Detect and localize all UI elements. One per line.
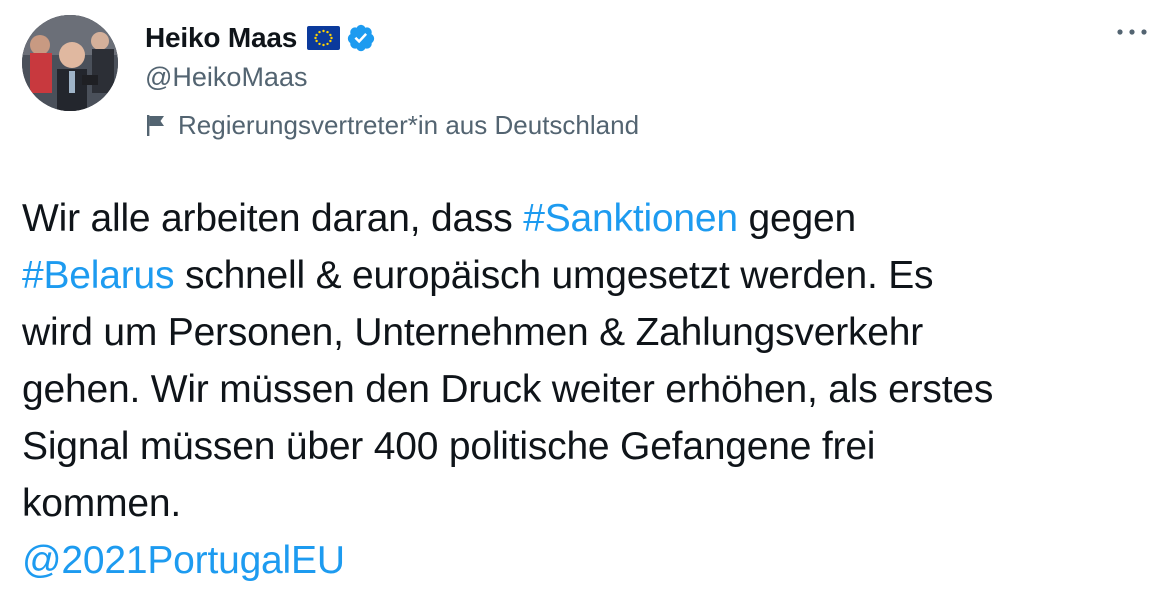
- hashtag-link[interactable]: #Sanktionen: [523, 197, 738, 240]
- tweet-text-segment: Wir alle arbeiten daran, dass: [22, 197, 524, 240]
- tweet-line-6: kommen.: [22, 482, 181, 525]
- avatar-photo: [22, 15, 118, 111]
- author-name-row: Heiko Maas: [145, 20, 376, 56]
- account-label-text: Regierungsvertreter*in aus Deutschland: [178, 109, 640, 140]
- tweet-line-1: Wir alle arbeiten daran, dass #Sanktione…: [22, 190, 1152, 247]
- tweet-line-5: Signal müssen über 400 politische Gefang…: [22, 425, 876, 468]
- hashtag-link[interactable]: #Belarus: [22, 254, 175, 297]
- tweet-line-3: wird um Personen, Unternehmen & Zahlungs…: [22, 311, 924, 354]
- tweet-card: Heiko Maas @HeikoMaas Regierungsvertrete…: [0, 0, 1168, 582]
- tweet-line-2: #Belarus schnell & europäisch umgesetzt …: [22, 247, 1152, 304]
- mention-link[interactable]: @2021PortugalEU: [22, 532, 1152, 589]
- author-handle[interactable]: @HeikoMaas: [145, 62, 307, 93]
- account-label[interactable]: Regierungsvertreter*in aus Deutschland: [145, 108, 639, 142]
- avatar[interactable]: [22, 15, 118, 111]
- tweet-text-segment: schnell & europäisch umgesetzt werden. E…: [174, 254, 934, 297]
- verified-badge-icon: [346, 23, 376, 53]
- more-options-icon[interactable]: [1114, 22, 1150, 42]
- tweet-text-segment: gegen: [737, 197, 857, 240]
- eu-flag-icon: [307, 26, 341, 50]
- flag-icon: [145, 113, 167, 137]
- tweet-line-4: gehen. Wir müssen den Druck weiter erhöh…: [22, 368, 994, 411]
- display-name[interactable]: Heiko Maas: [145, 22, 297, 54]
- tweet-text: Wir alle arbeiten daran, dass #Sanktione…: [22, 190, 1152, 589]
